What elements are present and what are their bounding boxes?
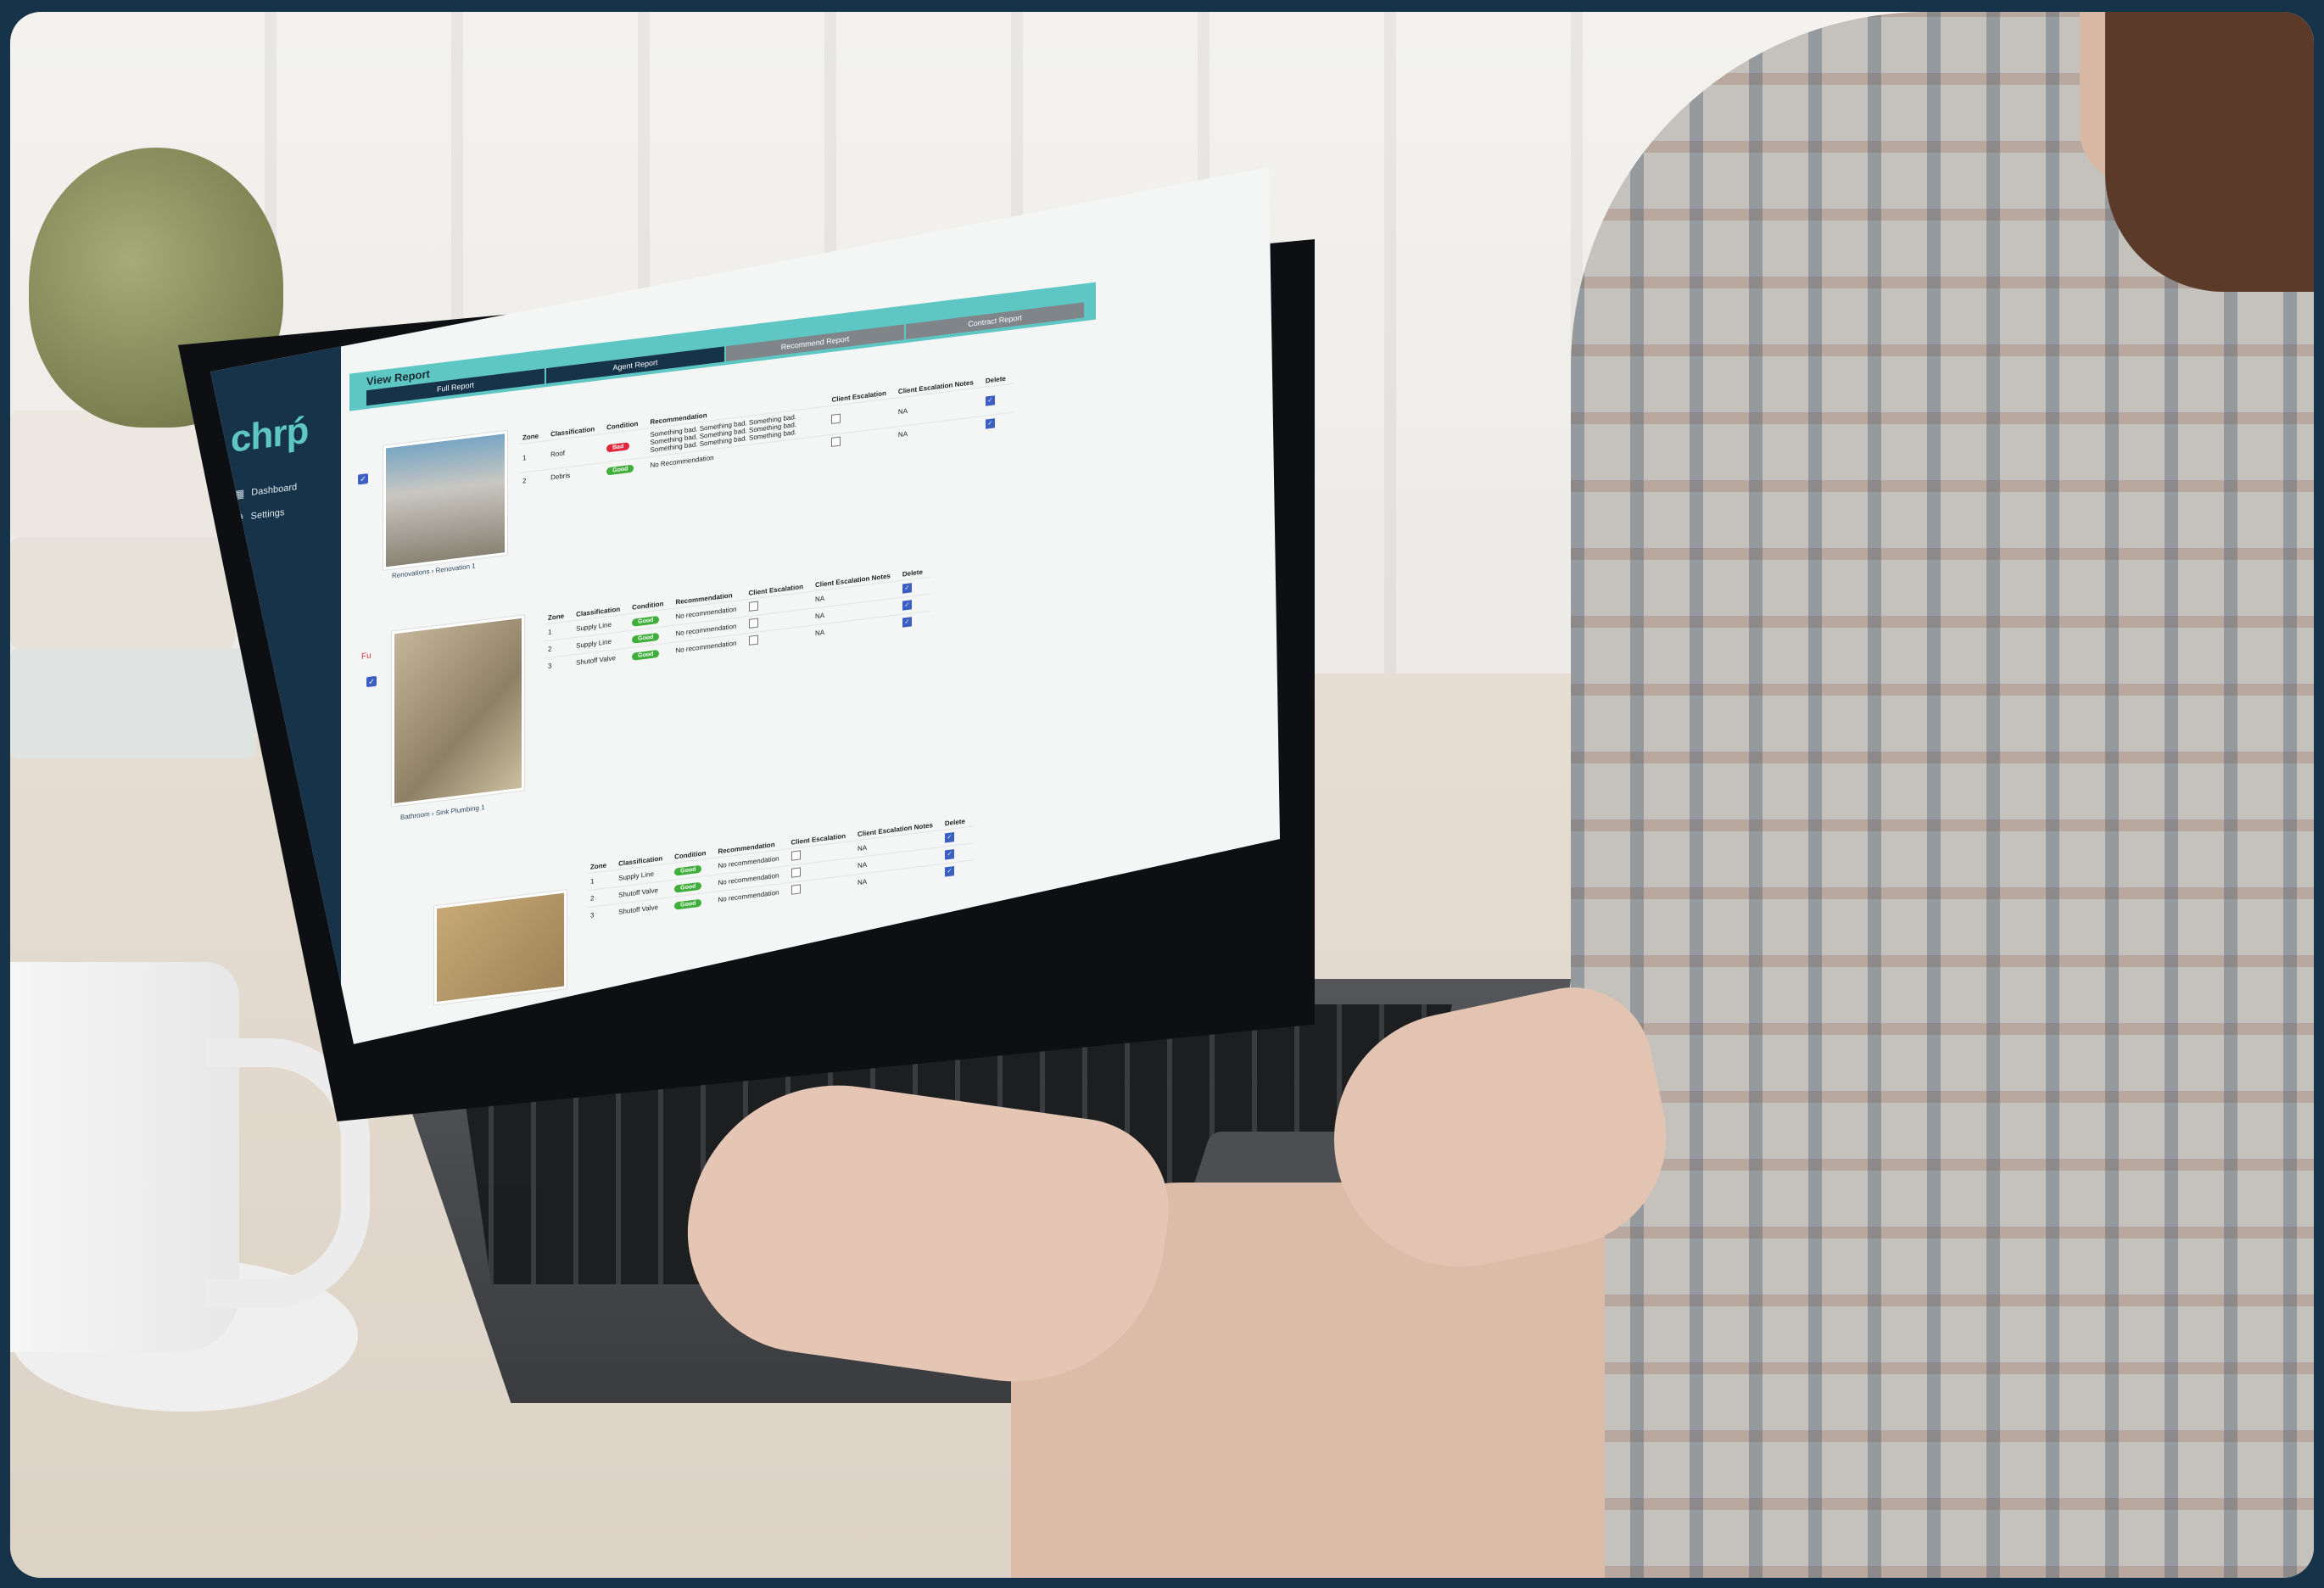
status-badge: Good: [674, 881, 701, 892]
report-section: Fu ✓ Bathroom › Sink Plumbing 1 Zone Cla…: [358, 529, 1087, 840]
tab-agent-report[interactable]: Agent Report: [546, 346, 724, 383]
status-badge: Good: [632, 615, 659, 626]
cell-delete: ✓: [982, 412, 1014, 433]
breadcrumb: Bathroom › Sink Plumbing 1: [400, 803, 485, 821]
photo-scene: chrṕ ▦ Dashboard ⚙ Settings View Report …: [10, 12, 2314, 1578]
cell-zone: 3: [587, 904, 615, 925]
inspection-photo[interactable]: [434, 890, 567, 1004]
book: [10, 538, 235, 648]
cell-delete: ✓: [899, 611, 931, 631]
delete-checkbox[interactable]: ✓: [902, 583, 912, 593]
book: [10, 411, 222, 538]
escalation-checkbox[interactable]: [749, 618, 758, 629]
findings-table: Zone Classification Condition Recommenda…: [545, 565, 931, 674]
status-badge: Good: [632, 632, 659, 643]
delete-checkbox[interactable]: ✓: [986, 418, 995, 428]
tab-contract-report[interactable]: Contract Report: [906, 302, 1084, 339]
cell-zone: 2: [519, 470, 547, 490]
delete-checkbox[interactable]: ✓: [902, 600, 912, 610]
section-select-checkbox[interactable]: ✓: [366, 676, 377, 687]
escalation-checkbox[interactable]: [831, 437, 841, 447]
breadcrumb-child[interactable]: Sink Plumbing 1: [436, 803, 485, 817]
cell-zone: 3: [545, 655, 573, 675]
person-hair: [2105, 12, 2314, 292]
escalation-checkbox[interactable]: [749, 601, 758, 612]
status-badge: Good: [674, 898, 701, 909]
breadcrumb-parent[interactable]: Renovations: [392, 568, 429, 579]
section-select-checkbox[interactable]: ✓: [358, 473, 368, 484]
escalation-checkbox[interactable]: [791, 850, 801, 860]
book: [10, 648, 256, 758]
truncated-label: Fu: [361, 651, 372, 662]
sidebar-item-dashboard[interactable]: ▦ Dashboard: [234, 480, 297, 501]
delete-checkbox[interactable]: ✓: [986, 395, 995, 405]
app-logo: chrṕ: [231, 409, 309, 461]
escalation-checkbox[interactable]: [749, 635, 758, 646]
inspection-photo[interactable]: [392, 615, 524, 806]
tab-recommend-report[interactable]: Recommend Report: [726, 324, 904, 361]
sidebar-item-label: Dashboard: [251, 482, 298, 498]
sidebar-item-label: Settings: [250, 507, 285, 522]
cell-delete: ✓: [982, 383, 1014, 417]
inspection-photo[interactable]: [383, 431, 507, 570]
status-badge: Good: [606, 464, 634, 475]
cell-delete: ✓: [941, 860, 974, 881]
status-badge: Bad: [606, 442, 629, 452]
findings-table: Zone Classification Condition Recommenda…: [519, 372, 1014, 489]
delete-checkbox[interactable]: ✓: [945, 832, 954, 842]
cell-zone: 1: [519, 441, 547, 473]
breadcrumb-parent[interactable]: Bathroom: [400, 810, 430, 821]
breadcrumb-child[interactable]: Renovation 1: [436, 562, 476, 574]
delete-checkbox[interactable]: ✓: [945, 866, 954, 876]
escalation-checkbox[interactable]: [791, 884, 801, 894]
escalation-checkbox[interactable]: [791, 867, 801, 877]
status-badge: Good: [674, 864, 701, 875]
status-badge: Good: [632, 649, 659, 660]
findings-table: Zone Classification Condition Recommenda…: [587, 814, 974, 924]
escalation-checkbox[interactable]: [831, 414, 841, 424]
delete-checkbox[interactable]: ✓: [945, 849, 954, 859]
delete-checkbox[interactable]: ✓: [902, 617, 912, 627]
